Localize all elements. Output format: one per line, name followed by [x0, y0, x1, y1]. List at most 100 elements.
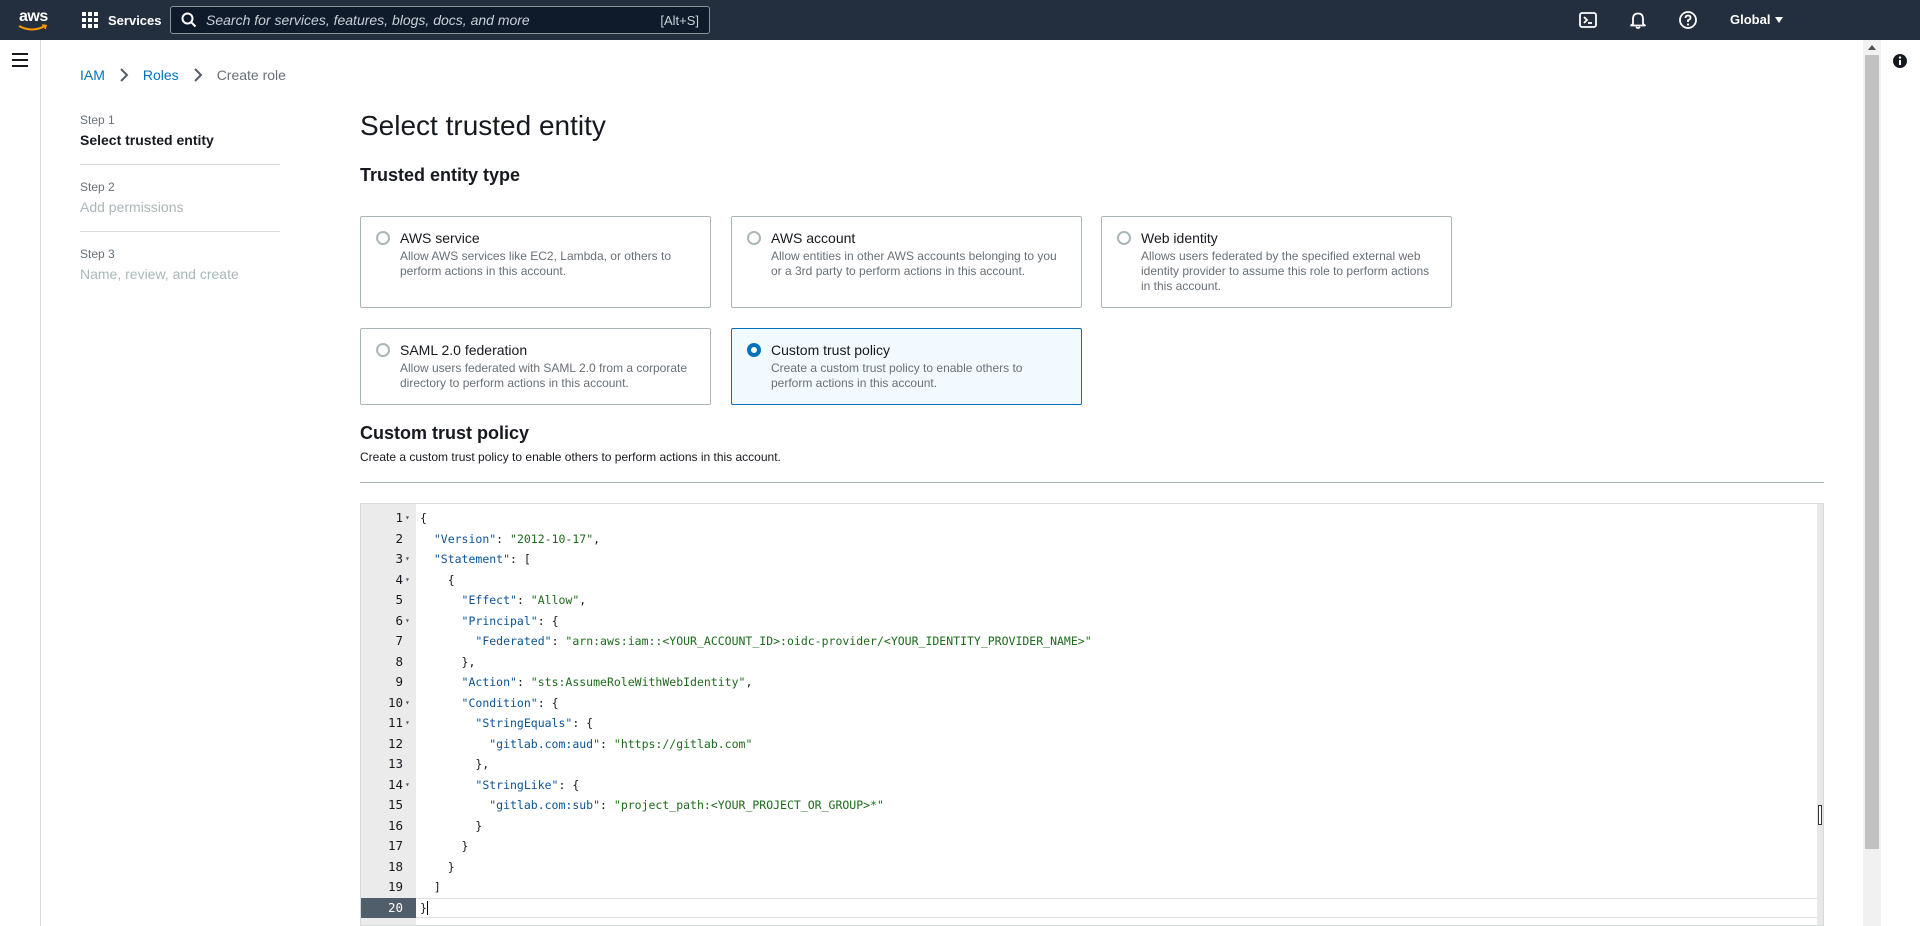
page-scrollbar[interactable] [1863, 40, 1881, 926]
editor-line[interactable]: 12 "gitlab.com:aud": "https://gitlab.com… [361, 734, 1821, 754]
editor-resize-handle[interactable] [1818, 805, 1822, 825]
code-text: { [420, 572, 455, 587]
radio-aws-service[interactable] [376, 231, 390, 245]
line-number: 8 [395, 653, 403, 669]
editor-line[interactable]: 15 "gitlab.com:sub": "project_path:<YOUR… [361, 795, 1821, 815]
scroll-up-arrow-icon[interactable] [1868, 45, 1876, 50]
editor-line[interactable]: 7 "Federated": "arn:aws:iam::<YOUR_ACCOU… [361, 631, 1821, 651]
editor-scrollbar[interactable] [1817, 504, 1823, 925]
top-navigation-bar: aws Services [Alt+S] Global [0, 0, 1920, 40]
scrollbar-thumb[interactable] [1865, 55, 1879, 849]
line-number: 16 [387, 817, 403, 833]
editor-line[interactable]: 10 ▾ "Condition": { [361, 693, 1821, 713]
fold-arrow-icon[interactable]: ▾ [405, 549, 410, 569]
region-selector[interactable]: Global [1730, 12, 1784, 27]
tile-custom-trust-policy[interactable]: Custom trust policy Create a custom trus… [731, 328, 1082, 405]
step-number: Step 1 [80, 113, 115, 127]
fold-arrow-icon[interactable]: ▾ [405, 713, 410, 733]
code-text: "gitlab.com:aud": "https://gitlab.com" [489, 736, 753, 751]
radio-web-identity[interactable] [1117, 231, 1131, 245]
editor-line[interactable]: 9 "Action": "sts:AssumeRoleWithWebIdenti… [361, 672, 1821, 692]
search-icon [181, 12, 197, 28]
services-menu-button[interactable]: Services [82, 9, 162, 31]
caret-down-icon [1775, 16, 1784, 23]
code-text: }, [420, 654, 476, 669]
tile-title: Custom trust policy [771, 342, 891, 358]
line-number: 7 [395, 633, 403, 648]
search-shortcut-hint: [Alt+S] [660, 12, 699, 28]
tile-aws-service[interactable]: AWS service Allow AWS services like EC2,… [360, 216, 711, 308]
tile-description: Allow users federated with SAML 2.0 from… [400, 361, 688, 390]
services-grid-icon [82, 12, 98, 28]
side-navigation-collapsed [0, 40, 41, 926]
line-number: 17 [387, 838, 403, 853]
wizard-steps: Step 1 Select trusted entity Step 2 Add … [80, 112, 280, 312]
section-divider [360, 482, 1824, 483]
aws-smile-icon [18, 24, 48, 31]
tile-title: SAML 2.0 federation [400, 342, 528, 358]
line-number: 20 [387, 899, 403, 915]
editor-line[interactable]: 11 ▾ "StringEquals": { [361, 713, 1821, 733]
cloudshell-icon[interactable] [1578, 10, 1598, 30]
search-bar[interactable]: [Alt+S] [170, 6, 710, 34]
code-text: "StringLike": { [475, 777, 580, 792]
policy-json-editor[interactable]: 1 ▾{2 "Version": "2012-10-17", 3 ▾ "Stateme… [360, 503, 1824, 926]
step-number: Step 3 [80, 247, 115, 261]
tile-aws-account[interactable]: AWS account Allow entities in other AWS … [731, 216, 1082, 308]
editor-line[interactable]: 8 }, [361, 652, 1821, 672]
editor-line[interactable]: 6 ▾ "Principal": { [361, 611, 1821, 631]
radio-aws-account[interactable] [747, 231, 761, 245]
line-number: 19 [387, 879, 403, 894]
tile-saml-federation[interactable]: SAML 2.0 federation Allow users federate… [360, 328, 711, 405]
fold-arrow-icon[interactable]: ▾ [405, 508, 410, 528]
fold-arrow-icon[interactable]: ▾ [405, 570, 410, 590]
radio-custom-trust-policy[interactable] [747, 343, 761, 357]
line-number: 1 [395, 510, 403, 525]
editor-line[interactable]: 14 ▾ "StringLike": { [361, 775, 1821, 795]
tile-web-identity[interactable]: Web identity Allows users federated by t… [1101, 216, 1452, 308]
fold-arrow-icon[interactable]: ▾ [405, 693, 410, 713]
radio-saml-federation[interactable] [376, 343, 390, 357]
editor-line[interactable]: 13 }, [361, 754, 1821, 774]
editor-line[interactable]: 19 ] [361, 877, 1821, 897]
tile-description: Create a custom trust policy to enable o… [771, 361, 1023, 390]
editor-line[interactable]: 16 } [361, 816, 1821, 836]
code-text: }, [420, 757, 490, 771]
wizard-step-2: Step 2 Add permissions [80, 179, 280, 232]
chevron-right-icon [193, 68, 203, 82]
code-text: "gitlab.com:sub": "project_path:<YOUR_PR… [489, 798, 884, 812]
editor-line[interactable]: 5 "Effect": "Allow", [361, 590, 1821, 610]
code-text: } [420, 818, 483, 833]
editor-line[interactable]: 1 ▾ { [361, 508, 1821, 528]
aws-logo-icon[interactable]: aws [17, 8, 51, 34]
tile-description: Allow entities in other AWS accounts bel… [771, 249, 1057, 278]
code-text: } [420, 839, 469, 853]
editor-line[interactable]: 4 ▾ { [361, 570, 1821, 590]
custom-trust-policy-heading: Custom trust policy [360, 423, 530, 443]
tile-title: AWS service [400, 230, 480, 246]
info-icon[interactable] [1892, 53, 1908, 69]
step-title: Select trusted entity [80, 132, 214, 148]
line-number: 4 [395, 571, 403, 587]
fold-arrow-icon[interactable]: ▾ [405, 611, 410, 631]
line-number: 15 [387, 797, 403, 812]
wizard-step-1[interactable]: Step 1 Select trusted entity [80, 112, 280, 165]
bell-icon[interactable] [1628, 10, 1648, 30]
editor-line[interactable]: 2 "Version": "2012-10-17", [361, 529, 1821, 549]
hamburger-icon[interactable] [12, 53, 28, 67]
chevron-right-icon [120, 68, 129, 82]
help-icon[interactable] [1678, 10, 1698, 30]
custom-trust-policy-description: Create a custom trust policy to enable o… [360, 450, 781, 464]
line-number: 14 [387, 776, 403, 792]
editor-line[interactable]: 18 } [361, 857, 1821, 877]
code-text: "Statement": [ [433, 552, 531, 566]
editor-line[interactable]: 3 ▾ "Statement": [ [361, 549, 1821, 569]
step-title: Name, review, and create [80, 266, 239, 282]
search-input[interactable] [206, 12, 661, 28]
fold-arrow-icon[interactable]: ▾ [405, 775, 410, 795]
breadcrumb-current: Create role [216, 67, 286, 83]
breadcrumb-link-iam[interactable]: IAM [80, 67, 105, 83]
editor-line[interactable]: 20} [361, 897, 1821, 918]
editor-line[interactable]: 17 } [361, 836, 1821, 856]
breadcrumb-link-roles[interactable]: Roles [143, 67, 179, 83]
